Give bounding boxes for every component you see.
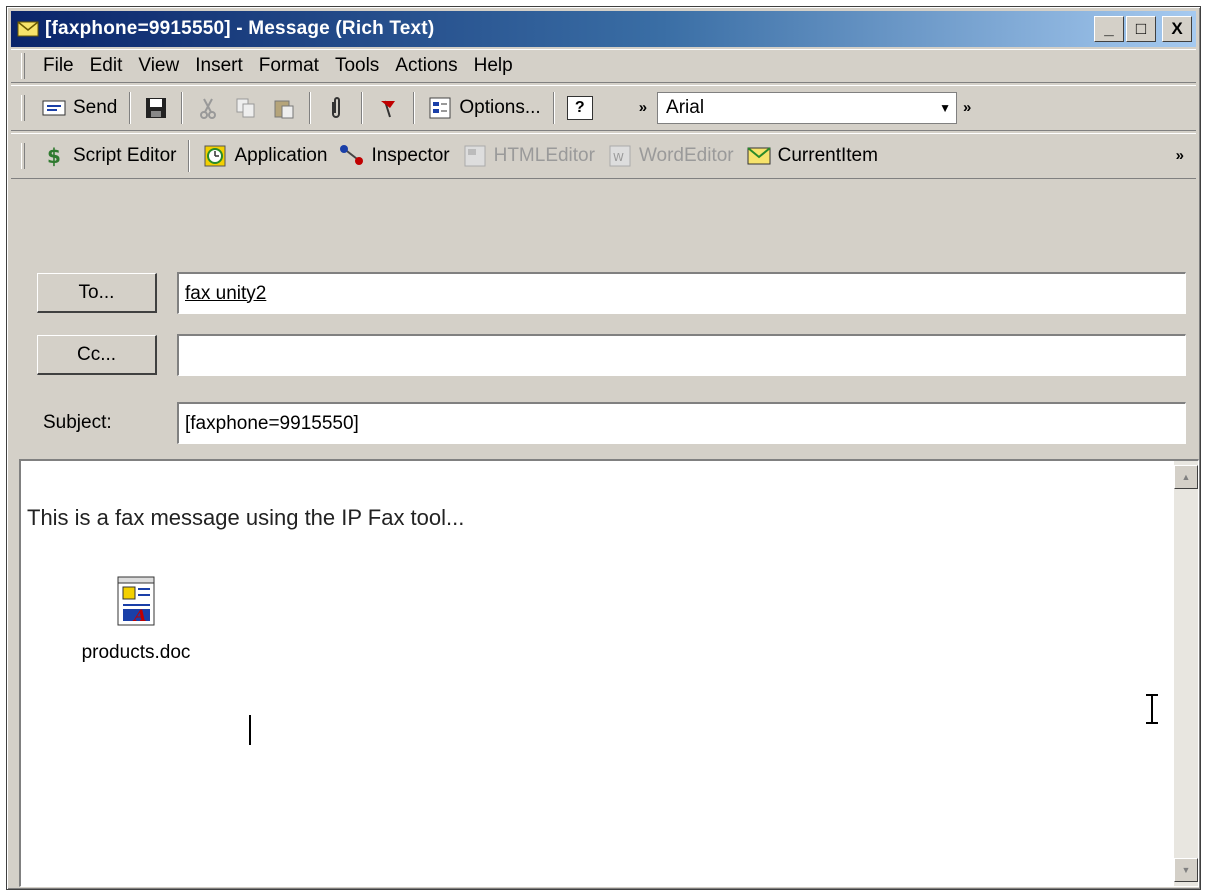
inspector-label: Inspector [371, 145, 450, 166]
window-title: [faxphone=9915550] - Message (Rich Text) [45, 18, 435, 39]
word-editor-icon: W [607, 144, 633, 168]
svg-text:$: $ [47, 145, 61, 167]
cc-field[interactable] [177, 334, 1186, 376]
cc-button[interactable]: Cc... [37, 335, 157, 375]
menubar-grip[interactable] [21, 53, 25, 79]
word-editor-label: WordEditor [638, 145, 734, 166]
toolbar-separator [129, 92, 132, 124]
ibeam-cursor-icon [1143, 693, 1161, 725]
svg-text:W: W [613, 151, 624, 164]
toolbar-separator [552, 92, 555, 124]
format-more-icon[interactable]: » [957, 100, 977, 115]
minimize-button[interactable]: _ [1094, 16, 1124, 42]
copy-icon [233, 96, 259, 120]
to-field[interactable]: fax unity2 [177, 272, 1186, 314]
application-button[interactable]: Application [196, 138, 333, 174]
toolbar-separator [309, 92, 312, 124]
menu-file[interactable]: File [35, 51, 82, 81]
vertical-scrollbar[interactable]: ▲ ▼ [1174, 461, 1198, 886]
toolbar-separator [181, 92, 184, 124]
to-recipient[interactable]: fax unity2 [185, 283, 266, 305]
message-body[interactable]: This is a fax message using the IP Fax t… [19, 459, 1199, 887]
scroll-down-icon[interactable]: ▼ [1174, 858, 1198, 882]
menu-view[interactable]: View [130, 51, 187, 81]
toolbar-more-icon[interactable]: » [633, 100, 653, 115]
menu-help[interactable]: Help [466, 51, 521, 81]
save-button[interactable] [137, 90, 175, 126]
toolbar-separator [188, 140, 191, 172]
word-editor-button[interactable]: W WordEditor [601, 138, 740, 174]
attachment[interactable]: A products.doc [61, 573, 211, 664]
clock-icon [202, 144, 228, 168]
standard-toolbar: Send Options... ? » Arial ▼ » [11, 85, 1196, 131]
save-icon [143, 96, 169, 120]
options-icon [427, 96, 453, 120]
menu-tools[interactable]: Tools [327, 51, 387, 81]
help-button[interactable]: ? [561, 90, 599, 126]
text-cursor [249, 715, 251, 745]
toolbar-grip[interactable] [21, 143, 25, 169]
to-row: To... fax unity2 [21, 271, 1186, 315]
paste-button[interactable] [265, 90, 303, 126]
maximize-button[interactable]: □ [1126, 16, 1156, 42]
application-label: Application [234, 145, 328, 166]
attach-button[interactable] [317, 90, 355, 126]
current-item-label: CurrentItem [777, 145, 878, 166]
paperclip-icon [323, 96, 349, 120]
send-label: Send [73, 97, 118, 118]
flag-button[interactable] [369, 90, 407, 126]
close-button[interactable]: X [1162, 16, 1192, 42]
svg-text:A: A [132, 606, 146, 625]
subject-label: Subject: [43, 412, 112, 433]
options-label: Options... [459, 97, 541, 118]
title-bar[interactable]: [faxphone=9915550] - Message (Rich Text)… [11, 11, 1196, 47]
options-button[interactable]: Options... [421, 90, 546, 126]
toolbar-grip[interactable] [21, 95, 25, 121]
window-controls: _ □ X [1094, 16, 1192, 42]
copy-button[interactable] [227, 90, 265, 126]
subject-field[interactable]: [faxphone=9915550] [177, 402, 1186, 444]
send-button[interactable]: Send [35, 90, 123, 126]
menu-bar: File Edit View Insert Format Tools Actio… [11, 49, 1196, 83]
dropdown-arrow-icon[interactable]: ▼ [934, 93, 956, 123]
inspector-icon [339, 144, 365, 168]
menu-edit[interactable]: Edit [82, 51, 131, 81]
scroll-up-icon[interactable]: ▲ [1174, 465, 1198, 489]
font-name-value: Arial [666, 97, 705, 118]
flag-icon [375, 96, 401, 120]
current-item-button[interactable]: CurrentItem [740, 138, 884, 174]
scissors-icon [195, 96, 221, 120]
cc-row: Cc... [21, 333, 1186, 377]
paste-icon [271, 96, 297, 120]
html-editor-icon [462, 144, 488, 168]
to-button[interactable]: To... [37, 273, 157, 313]
toolbar2-more-icon[interactable]: » [1170, 148, 1190, 163]
envelope-icon [746, 144, 772, 168]
menu-actions[interactable]: Actions [387, 51, 465, 81]
word-document-icon: A [114, 576, 158, 633]
toolbar-separator [413, 92, 416, 124]
cut-button[interactable] [189, 90, 227, 126]
menu-insert[interactable]: Insert [187, 51, 251, 81]
toolbar-separator [361, 92, 364, 124]
menu-format[interactable]: Format [251, 51, 327, 81]
html-editor-button[interactable]: HTMLEditor [456, 138, 601, 174]
body-text: This is a fax message using the IP Fax t… [27, 505, 465, 530]
subject-row: Subject: [faxphone=9915550] [21, 401, 1186, 445]
send-icon [41, 96, 67, 120]
script-editor-label: Script Editor [73, 145, 177, 166]
html-editor-label: HTMLEditor [493, 145, 595, 166]
help-icon: ? [566, 96, 593, 120]
message-window: [faxphone=9915550] - Message (Rich Text)… [6, 6, 1201, 890]
envelope-icon [17, 21, 39, 37]
inspector-button[interactable]: Inspector [333, 138, 455, 174]
attachment-name: products.doc [81, 642, 191, 663]
script-icon: $ [41, 144, 67, 168]
script-editor-button[interactable]: $ Script Editor [35, 138, 182, 174]
font-name-select[interactable]: Arial ▼ [657, 92, 958, 124]
outlook-spy-toolbar: $ Script Editor Application Inspector HT… [11, 133, 1196, 179]
